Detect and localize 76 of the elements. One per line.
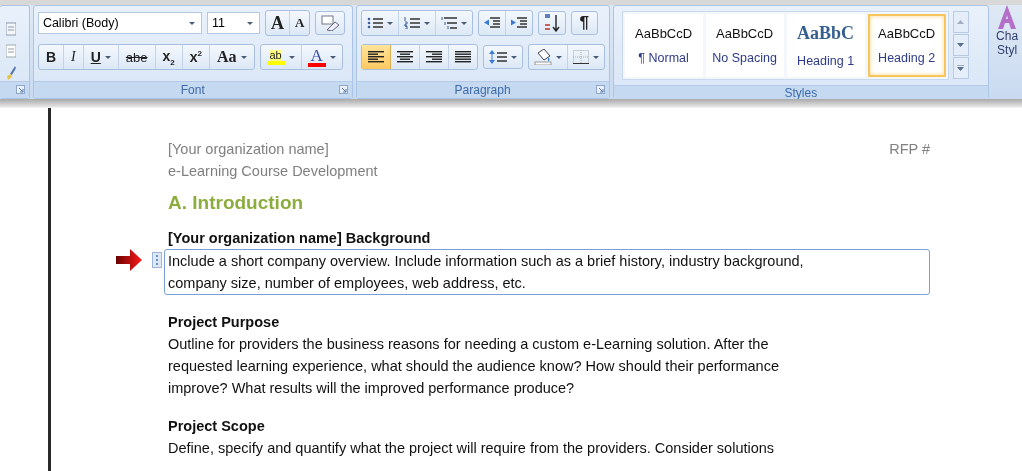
style-item[interactable]: AaBbC Heading 1	[786, 14, 865, 77]
decrease-indent-icon	[483, 17, 500, 29]
format-button[interactable]: x$^{2}$	[182, 45, 210, 69]
eraser-icon	[321, 15, 340, 31]
show-formatting-button[interactable]: ¶	[570, 11, 599, 35]
shrink-font-button[interactable]: A	[289, 11, 310, 35]
section-heading: A. Introduction	[168, 191, 305, 215]
caret-icon	[329, 55, 336, 59]
down-arrow-icon	[957, 43, 965, 47]
highlight-button[interactable]: ab	[260, 45, 302, 69]
format-button[interactable]: B	[38, 45, 64, 69]
align-center-icon	[396, 51, 413, 63]
format-button[interactable]: x$_{2}$	[155, 45, 183, 69]
subheading: [Your organization name] Background	[168, 229, 432, 248]
header-text: [Your organization name]	[168, 140, 329, 159]
arrow-icon	[116, 249, 142, 271]
header-text: e-Learning Course Development	[168, 162, 379, 181]
multilevel-list-icon	[440, 17, 457, 29]
subheading: Project Purpose	[168, 313, 281, 332]
format-button[interactable]: abe	[118, 45, 156, 69]
caret-icon	[246, 21, 253, 25]
font-size-dropdown[interactable]: 11	[206, 12, 260, 34]
paste-icon	[6, 22, 16, 36]
line-spacing-button[interactable]	[482, 45, 523, 69]
font-name-dropdown[interactable]: Calibri (Body)	[37, 12, 202, 34]
body-text: Outline for providers the business reasons for needing a custom e-Learning solution. After the requested learning experience, what should the audience know? How should their performance improve? What results will the improved performance produce?	[168, 335, 780, 398]
group-label: Paragraph	[454, 83, 511, 97]
sort-icon	[543, 14, 560, 32]
caret-icon	[386, 21, 393, 25]
sort-button[interactable]	[537, 11, 566, 35]
scroll-down-button[interactable]	[952, 34, 969, 56]
line-spacing-icon	[488, 50, 507, 64]
font-color-button[interactable]: A	[301, 45, 342, 69]
caret-icon	[555, 55, 562, 59]
paint-bucket-icon	[533, 49, 552, 65]
up-arrow-icon	[957, 20, 965, 24]
group-label: Font	[180, 83, 205, 97]
caret-icon	[104, 55, 111, 59]
caret-icon	[423, 21, 430, 25]
clear-formatting-button[interactable]	[315, 11, 346, 35]
style-item[interactable]: AaBbCcD ¶ Normal	[624, 14, 703, 77]
borders-icon	[572, 50, 589, 64]
change-styles-button[interactable]: Cha Styl	[992, 5, 1022, 99]
header-text: RFP #	[889, 140, 930, 159]
more-icon	[957, 65, 965, 71]
copy-icon	[6, 44, 16, 58]
more-styles-button[interactable]	[952, 57, 969, 79]
caret-icon	[592, 55, 599, 59]
subheading: Project Scope	[168, 417, 266, 436]
dialog-launcher-icon	[338, 85, 348, 94]
format-painter-icon	[6, 66, 16, 80]
content-control-text[interactable]: Include a short company overview. Include information such as a brief history, industry background, company size, number of employees, web address, etc.	[164, 249, 930, 295]
format-button[interactable]: Aa	[210, 45, 254, 69]
align-justify-icon	[454, 51, 471, 63]
grow-font-button[interactable]: A	[265, 11, 290, 35]
format-button[interactable]: U	[83, 45, 119, 69]
caret-icon	[240, 55, 247, 59]
style-item[interactable]: AaBbCcD Heading 2	[867, 14, 946, 77]
dialog-launcher-icon	[595, 85, 605, 94]
bullets-icon	[366, 17, 383, 29]
align-button[interactable]	[361, 45, 391, 69]
drag-handle-icon	[152, 252, 162, 268]
body-text: Define, specify and quantify what the project will require from the providers. Consider solutions	[168, 439, 776, 458]
align-left-icon	[367, 51, 384, 63]
caret-icon	[510, 55, 517, 59]
change-styles-icon	[996, 5, 1019, 29]
increase-indent-icon	[510, 17, 527, 29]
caret-icon	[288, 55, 295, 59]
numbered-list-icon	[403, 17, 420, 29]
style-item[interactable]: AaBbCcD No Spacing	[705, 14, 784, 77]
dialog-launcher-icon	[15, 85, 25, 94]
align-right-icon	[425, 51, 442, 63]
caret-icon	[460, 21, 467, 25]
format-button[interactable]: I	[64, 45, 84, 69]
group-label: Styles	[784, 86, 818, 99]
caret-icon	[188, 21, 195, 25]
